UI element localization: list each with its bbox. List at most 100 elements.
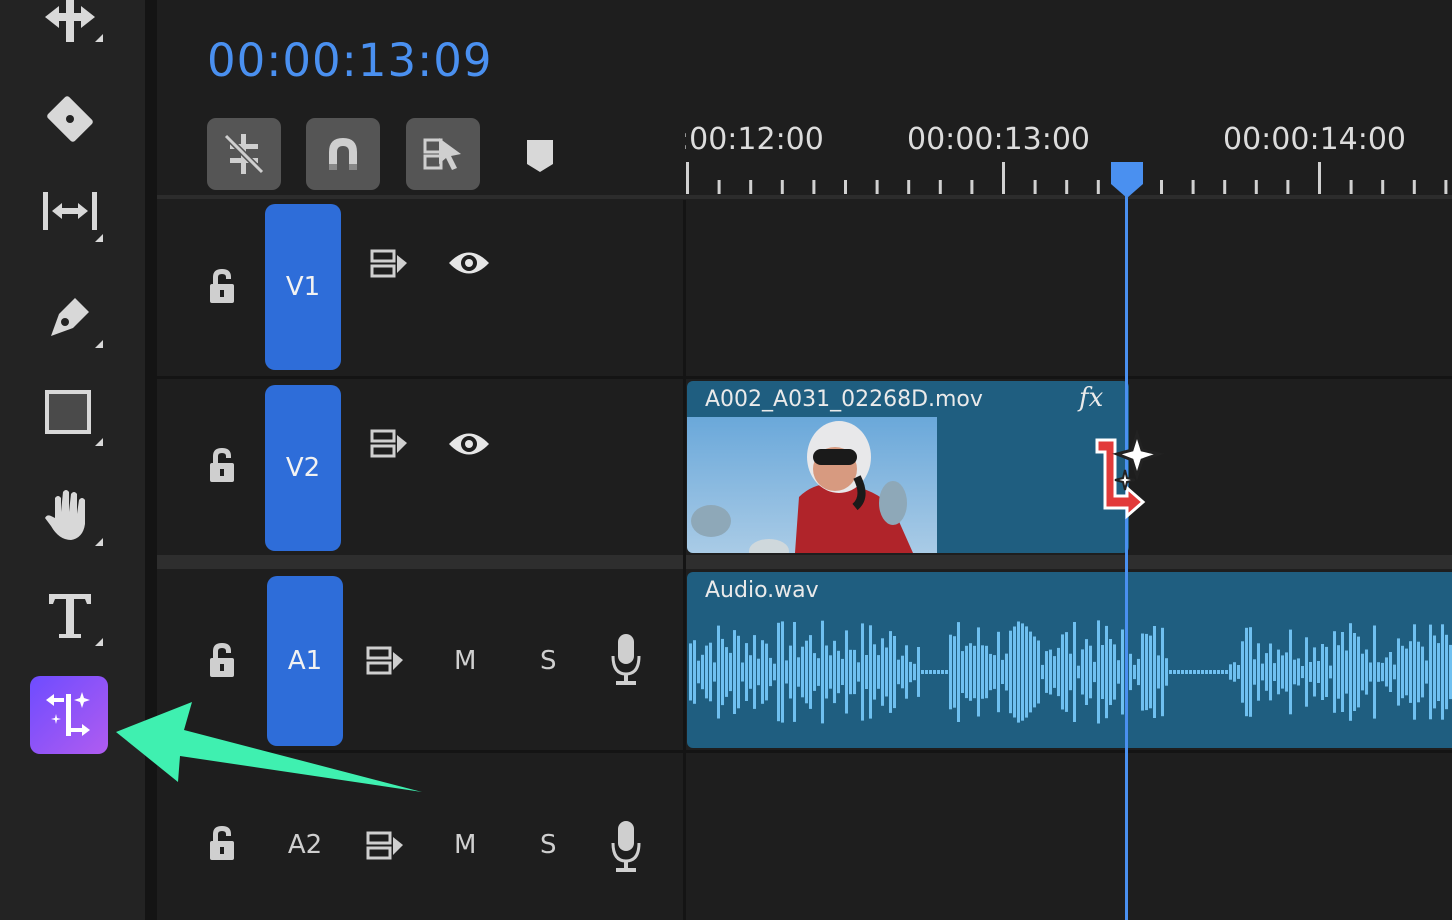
waveform-bar [893, 636, 896, 709]
sync-lock-icon[interactable] [365, 644, 405, 678]
rectangle-icon [45, 390, 103, 446]
waveform-bar [1385, 657, 1388, 687]
waveform-bar [1041, 664, 1044, 680]
slip-tool[interactable] [30, 176, 110, 246]
waveform-bar [1205, 670, 1208, 674]
pen-tool[interactable] [30, 282, 110, 352]
waveform-bar [1129, 653, 1132, 691]
waveform-bar [1037, 640, 1040, 704]
razor-icon [47, 96, 93, 142]
mute-button[interactable]: M [454, 646, 476, 676]
waveform-bar [1281, 655, 1284, 689]
waveform-bar [1261, 663, 1264, 681]
waveform-bar [1409, 641, 1412, 703]
solo-button[interactable]: S [540, 646, 557, 676]
waveform-bar [957, 622, 960, 722]
waveform-bar [745, 643, 748, 701]
ripple-trim-tool[interactable] [30, 0, 110, 52]
waveform-bar [1201, 670, 1204, 674]
sync-lock-icon[interactable] [369, 247, 409, 281]
waveform-bar [1357, 636, 1360, 708]
lock-icon[interactable] [205, 266, 239, 306]
waveform-bar [701, 654, 704, 690]
playhead-line[interactable] [1125, 180, 1128, 920]
waveform-bar [929, 670, 932, 674]
add-marker-button[interactable] [523, 136, 557, 176]
audio-clip[interactable]: Audio.wav [687, 572, 1452, 748]
eye-icon[interactable] [447, 427, 491, 461]
lock-icon[interactable] [205, 640, 239, 680]
waveform-bar [1353, 633, 1356, 711]
waveform-bar [1373, 625, 1376, 719]
ruler-tick [1286, 180, 1290, 194]
hand-tool[interactable] [30, 480, 110, 550]
ruler-tick [970, 180, 974, 194]
waveform-bar [901, 655, 904, 689]
track-target-v1[interactable]: V1 [265, 204, 341, 370]
mute-button[interactable]: M [454, 830, 476, 860]
clip-name: A002_A031_02268D.mov [705, 387, 983, 412]
waveform-bar [1225, 670, 1228, 674]
waveform-bar [789, 645, 792, 699]
insert-overwrite-sequences-button[interactable] [207, 118, 281, 190]
waveform-bar [705, 645, 708, 699]
playhead-timecode[interactable]: 00:00:13:09 [207, 34, 493, 87]
waveform-bar [1265, 653, 1268, 691]
waveform-bar [1345, 650, 1348, 694]
generative-extend-tool[interactable] [30, 676, 108, 754]
solo-button[interactable]: S [540, 830, 557, 860]
sync-lock-icon[interactable] [365, 829, 405, 863]
waveform-bar [837, 650, 840, 694]
waveform-bar [809, 635, 812, 709]
lock-icon[interactable] [205, 445, 239, 485]
video-clip[interactable]: A002_A031_02268D.mov fx [687, 381, 1129, 553]
track-target-a2[interactable]: A2 [267, 823, 343, 867]
waveform-bar [1249, 627, 1252, 717]
waveform-bar [1025, 626, 1028, 718]
waveform-bar [765, 643, 768, 701]
waveform-bar [1429, 624, 1432, 720]
waveform-bar [1045, 651, 1048, 693]
video-audio-divider[interactable] [157, 555, 1452, 569]
track-header-divider [683, 200, 686, 920]
ruler-tick [812, 180, 816, 194]
linked-selection-button[interactable] [406, 118, 480, 190]
waveform-bar [1293, 659, 1296, 685]
waveform-bar [961, 651, 964, 693]
ruler-tick [907, 180, 911, 194]
waveform-bar [1033, 636, 1036, 708]
audio-waveform [689, 620, 1452, 724]
waveform-bar [1389, 652, 1392, 692]
waveform-bar [1397, 638, 1400, 706]
time-ruler[interactable]: :00:12:00 00:00:13:00 00:00:14:00 [685, 110, 1452, 200]
fx-badge[interactable]: fx [1079, 383, 1103, 413]
waveform-bar [1425, 660, 1428, 684]
track-header-v2: V2 [157, 379, 685, 555]
waveform-bar [1257, 643, 1260, 701]
waveform-bar [905, 645, 908, 699]
waveform-bar [1349, 623, 1352, 721]
waveform-bar [825, 645, 828, 699]
waveform-bar [973, 645, 976, 699]
lock-icon[interactable] [205, 823, 239, 863]
snap-button[interactable] [306, 118, 380, 190]
track-target-v2[interactable]: V2 [265, 385, 341, 551]
waveform-bar [1097, 620, 1100, 724]
eye-icon[interactable] [447, 246, 491, 280]
pen-icon [51, 298, 103, 348]
microphone-icon[interactable] [610, 632, 642, 688]
razor-tool[interactable] [30, 84, 110, 154]
waveform-bar [1121, 629, 1124, 715]
waveform-bar [721, 638, 724, 706]
waveform-bar [1241, 641, 1244, 703]
type-tool[interactable] [30, 580, 110, 650]
playhead-handle[interactable] [1109, 160, 1145, 200]
ruler-tick [875, 180, 879, 194]
rectangle-tool[interactable] [30, 380, 110, 450]
waveform-bar [1273, 663, 1276, 681]
waveform-bar [937, 670, 940, 674]
ruler-ticks [686, 162, 1448, 194]
ruler-tick [1096, 180, 1100, 194]
microphone-icon[interactable] [610, 819, 642, 875]
sync-lock-icon[interactable] [369, 427, 409, 461]
